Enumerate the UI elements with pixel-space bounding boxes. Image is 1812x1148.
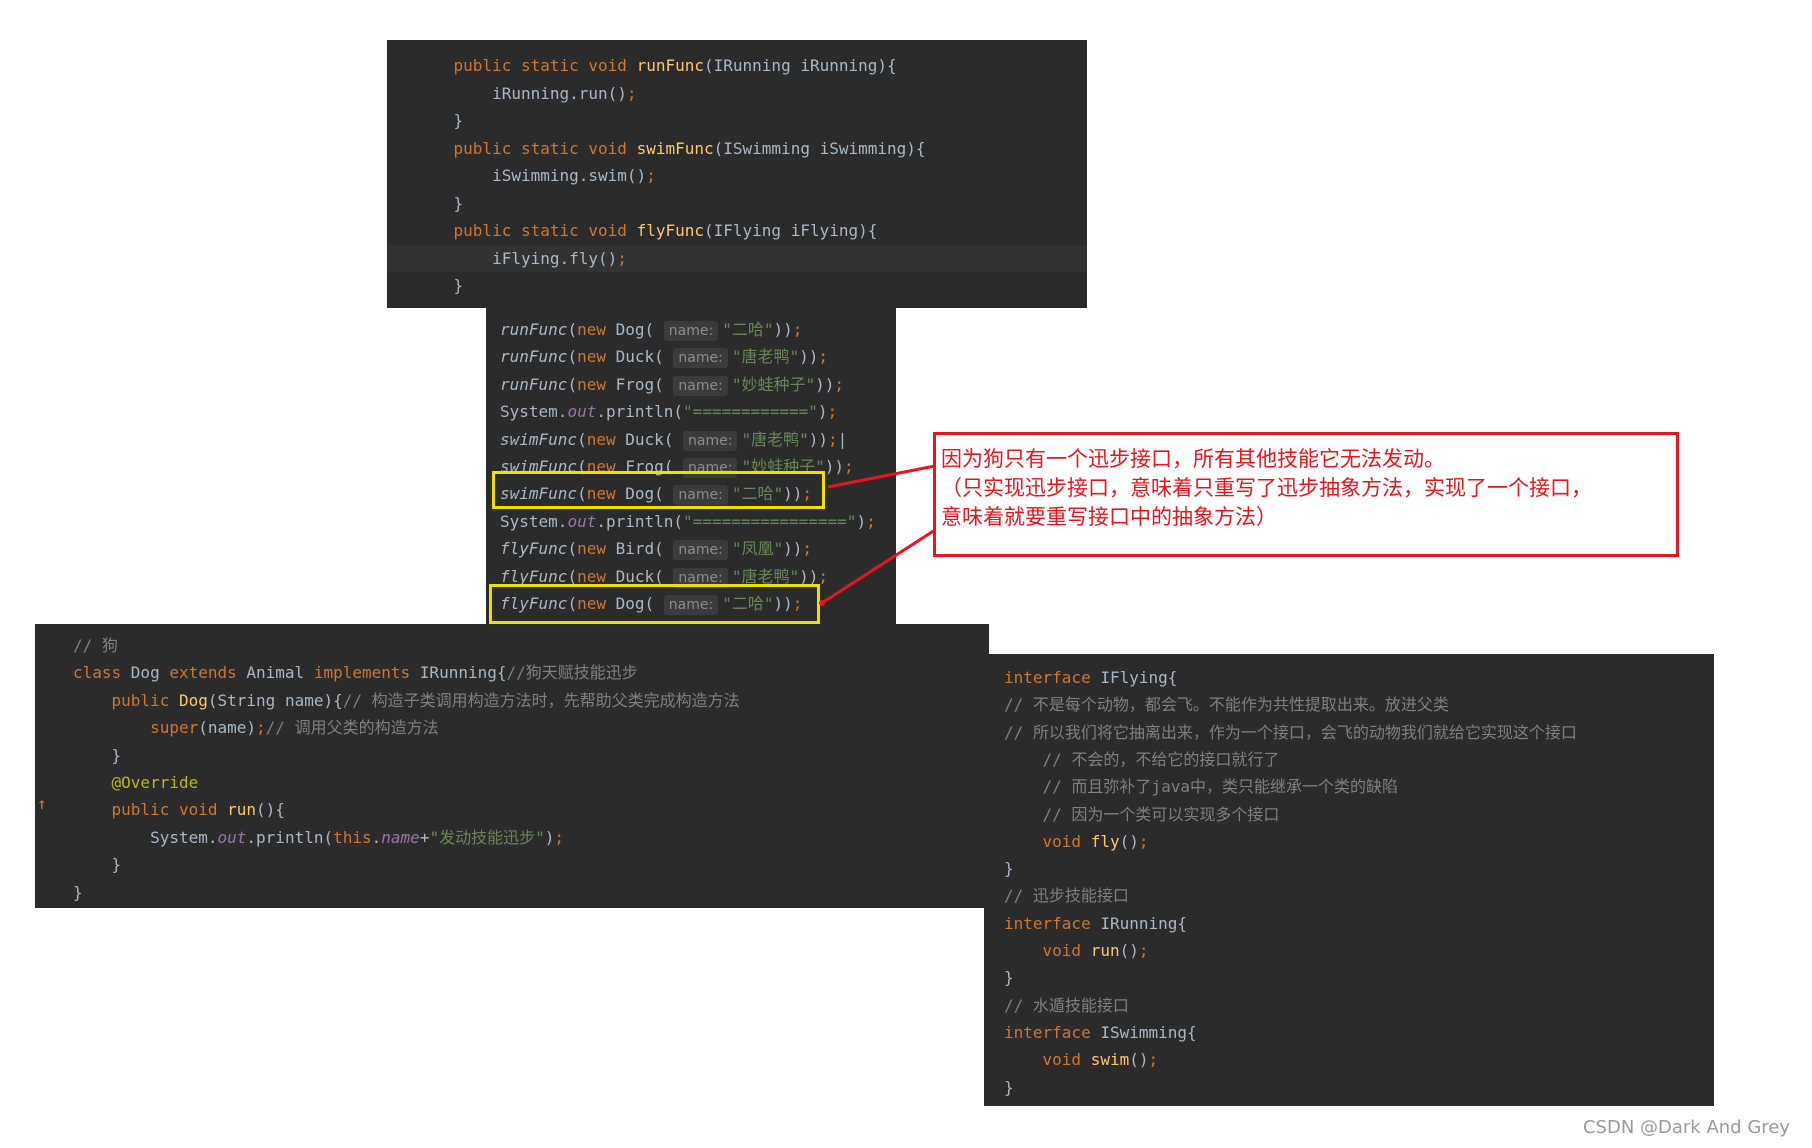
watermark: CSDN @Dark And Grey: [1582, 1117, 1790, 1138]
annotation-arrows: [819, 464, 936, 606]
arrow-dot: [819, 600, 825, 606]
arrow-to-swimfunc: [827, 464, 936, 489]
arrow-to-flyfunc: [821, 528, 936, 605]
